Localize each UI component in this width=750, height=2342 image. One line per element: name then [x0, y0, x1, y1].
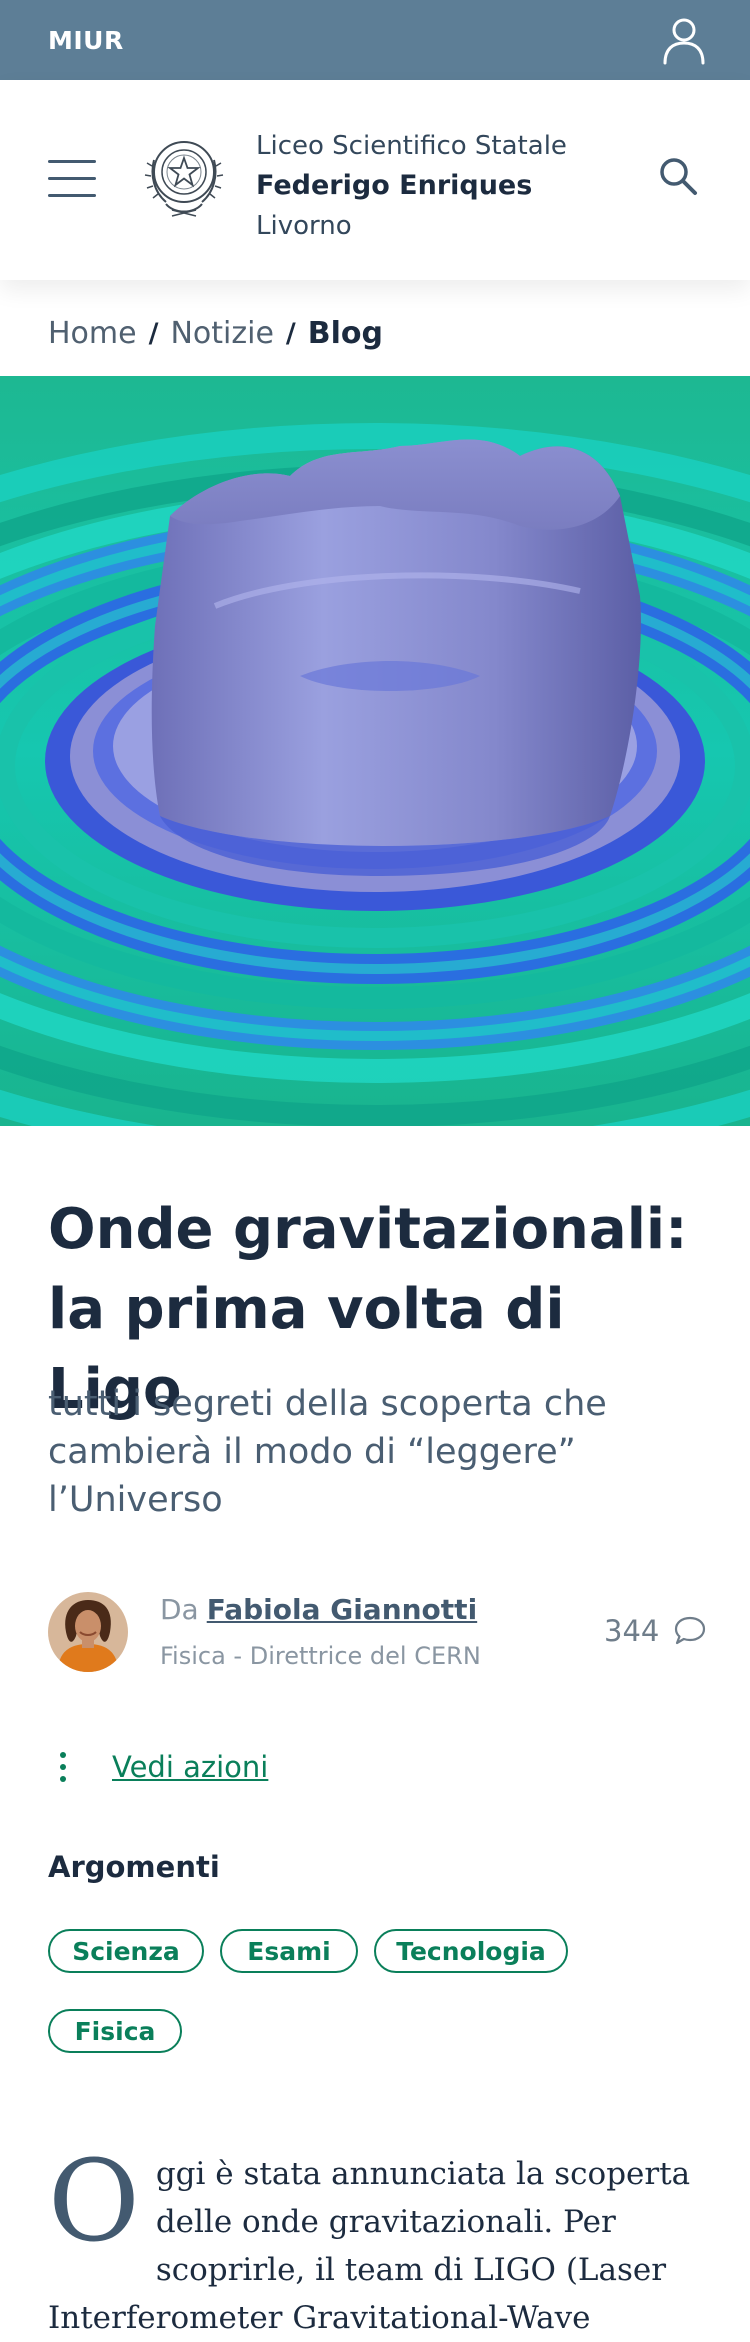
hero-image [0, 376, 750, 1126]
comment-bubble-icon [675, 1616, 706, 1645]
topic-chip-tecnologia[interactable]: Tecnologia [374, 1929, 568, 1973]
more-vertical-icon [48, 1750, 78, 1784]
topics-heading: Argomenti [48, 1850, 220, 1884]
topic-chip-fisica[interactable]: Fisica [48, 2009, 182, 2053]
author-role: Fisica - Direttrice del CERN [160, 1642, 481, 1670]
article-body-text: ggi è stata annunciata la scoperta delle… [48, 2156, 691, 2336]
breadcrumb-separator: / [285, 318, 296, 349]
topic-chip-scienza[interactable]: Scienza [48, 1929, 204, 1973]
article-body: Oggi è stata annunciata la scoperta dell… [48, 2137, 708, 2342]
breadcrumb-home[interactable]: Home [48, 316, 137, 351]
avatar[interactable] [48, 1592, 128, 1672]
breadcrumb-notizie[interactable]: Notizie [170, 316, 273, 351]
comment-count: 344 [604, 1614, 660, 1648]
actions-toggle[interactable]: Vedi azioni [48, 1750, 268, 1784]
breadcrumb: Home / Notizie / Blog [48, 316, 383, 351]
site-header: Liceo Scientifico Statale Federigo Enriq… [0, 80, 750, 280]
top-bar: MIUR [0, 0, 750, 80]
miur-link[interactable]: MIUR [48, 26, 124, 55]
search-icon[interactable] [656, 154, 700, 198]
italian-republic-emblem-icon [144, 141, 224, 217]
school-type: Liceo Scientifico Statale [256, 131, 567, 161]
author-name-link[interactable]: Fabiola Giannotti [207, 1593, 477, 1626]
hamburger-menu-icon[interactable] [48, 160, 96, 198]
topic-chip-esami[interactable]: Esami [220, 1929, 358, 1973]
author-prefix: Da [160, 1593, 199, 1626]
user-icon[interactable] [658, 14, 710, 66]
drop-cap: O [48, 2137, 140, 2267]
school-title: Federigo Enriques [256, 170, 533, 201]
article-title-line1: Onde gravitazionali: [48, 1197, 688, 1262]
actions-label: Vedi azioni [112, 1750, 269, 1784]
school-name[interactable]: Liceo Scientifico Statale Federigo Enriq… [256, 126, 567, 246]
author-line: Da Fabiola Giannotti [160, 1593, 477, 1626]
article-subtitle: tutti i segreti della scoperta che cambi… [48, 1384, 607, 1520]
breadcrumb-separator: / [148, 318, 159, 349]
school-city: Livorno [256, 211, 352, 241]
comments-link[interactable]: 344 [604, 1614, 707, 1648]
breadcrumb-current: Blog [307, 316, 384, 351]
